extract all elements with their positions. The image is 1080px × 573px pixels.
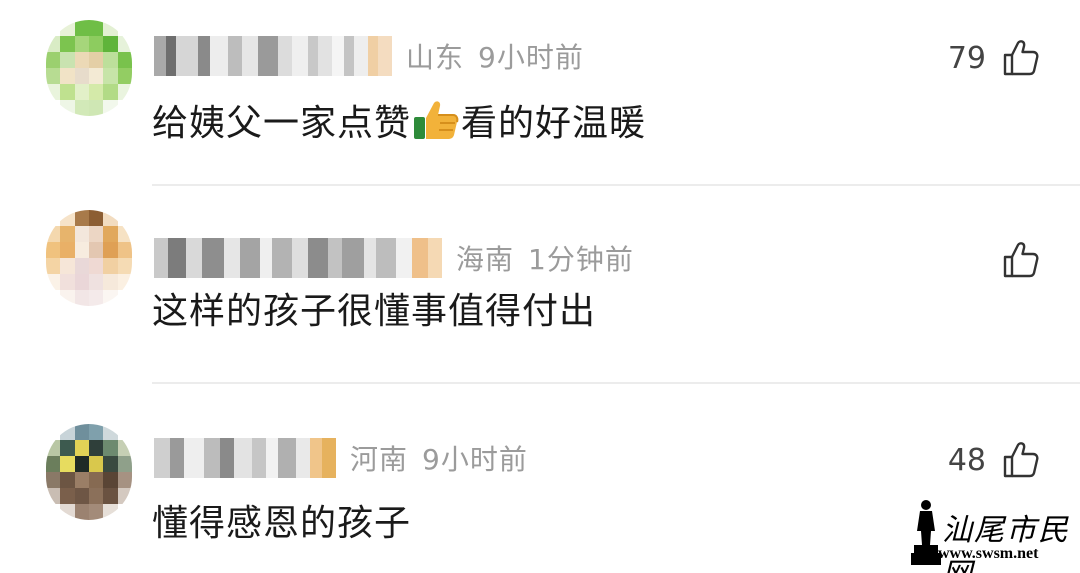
thumbs-up-icon xyxy=(1003,242,1039,278)
comment-location: 河南 xyxy=(350,443,409,476)
comment-header: 山东 9小时前 xyxy=(154,34,584,78)
like-button[interactable]: 79 xyxy=(948,36,1040,80)
comment-time: 9小时前 xyxy=(422,443,528,476)
watermark-url: www.swsm.net xyxy=(938,545,1039,562)
comment-header: 海南 1分钟前 xyxy=(154,236,634,280)
username-blurred[interactable] xyxy=(154,36,392,76)
comment-time: 1分钟前 xyxy=(528,243,634,276)
comment-item: 海南 1分钟前 这样的孩子很懂事值得付出 xyxy=(0,186,1080,384)
thumbs-up-icon xyxy=(1003,442,1039,478)
comment-meta: 河南 9小时前 xyxy=(350,438,528,478)
comment-text: 这样的孩子很懂事值得付出 xyxy=(152,291,597,332)
comment-text: 懂得感恩的孩子 xyxy=(152,503,412,544)
like-button[interactable] xyxy=(986,238,1040,282)
username-blurred[interactable] xyxy=(154,238,442,278)
username-blurred[interactable] xyxy=(154,438,336,478)
comment-location: 海南 xyxy=(456,243,515,276)
site-watermark: 汕尾市民网 www.swsm.net xyxy=(908,497,1072,573)
thumbs-up-emoji-icon xyxy=(414,101,459,139)
comment-meta: 山东 9小时前 xyxy=(406,36,584,76)
like-count: 48 xyxy=(947,442,986,478)
comment-text: 给姨父一家点赞 看的好温暖 xyxy=(152,94,646,146)
comment-time: 9小时前 xyxy=(478,41,584,74)
comment-item: 山东 9小时前 给姨父一家点赞 看的好温暖 79 xyxy=(0,0,1080,186)
comment-text-part: 给姨父一家点赞 xyxy=(152,103,412,144)
thumbs-up-icon xyxy=(1003,40,1039,76)
like-count: 79 xyxy=(947,40,986,76)
avatar[interactable] xyxy=(46,424,132,520)
comment-location: 山东 xyxy=(406,41,465,74)
like-button[interactable]: 48 xyxy=(948,438,1040,482)
comment-list: 山东 9小时前 给姨父一家点赞 看的好温暖 79 海南 1分钟前 这样的孩子很懂… xyxy=(0,0,1080,573)
avatar[interactable] xyxy=(46,210,132,306)
comment-meta: 海南 1分钟前 xyxy=(456,238,634,278)
comment-header: 河南 9小时前 xyxy=(154,436,528,480)
avatar[interactable] xyxy=(46,20,132,116)
comment-text-part: 看的好温暖 xyxy=(461,103,647,144)
